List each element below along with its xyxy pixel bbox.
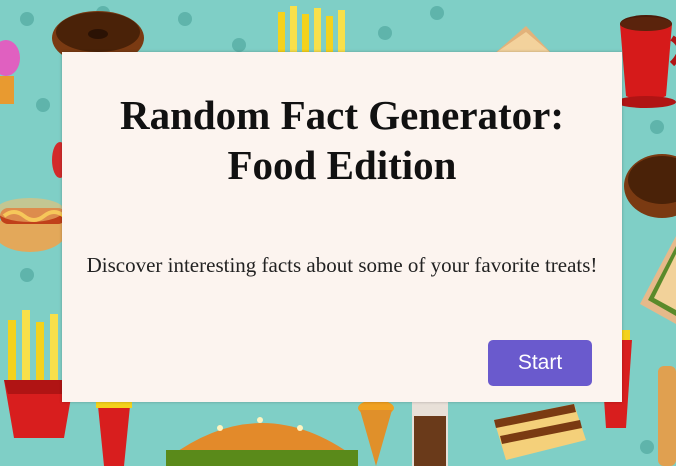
page-title: Random Fact Generator: Food Edition: [62, 90, 622, 190]
sandwich-icon: [640, 236, 676, 324]
background-dot: [232, 38, 246, 52]
background-dot: [178, 12, 192, 26]
hotdog-icon: [0, 198, 66, 252]
description-text: Discover interesting facts about some of…: [86, 253, 598, 277]
start-button[interactable]: Start: [488, 340, 592, 386]
background-dot: [650, 120, 664, 134]
fries-icon: [278, 6, 345, 56]
bread-icon: [658, 366, 676, 466]
soda-icon: [96, 400, 132, 466]
donut-icon: [624, 154, 676, 218]
background-dot: [20, 268, 34, 282]
background-dot: [20, 12, 34, 26]
cake-slice-icon: [494, 404, 586, 460]
ice-cream-icon: [358, 400, 394, 466]
background-dot: [640, 440, 654, 454]
title-line-2: Food Edition: [227, 142, 457, 188]
burger-icon: [166, 417, 358, 466]
background-dot: [378, 26, 392, 40]
welcome-card: Random Fact Generator: Food Edition Disc…: [62, 52, 622, 402]
coffee-glass-icon: [412, 402, 448, 466]
background-dot: [36, 98, 50, 112]
background-dot: [430, 6, 444, 20]
cupcake-icon: [0, 40, 20, 104]
title-line-1: Random Fact Generator:: [119, 92, 565, 138]
